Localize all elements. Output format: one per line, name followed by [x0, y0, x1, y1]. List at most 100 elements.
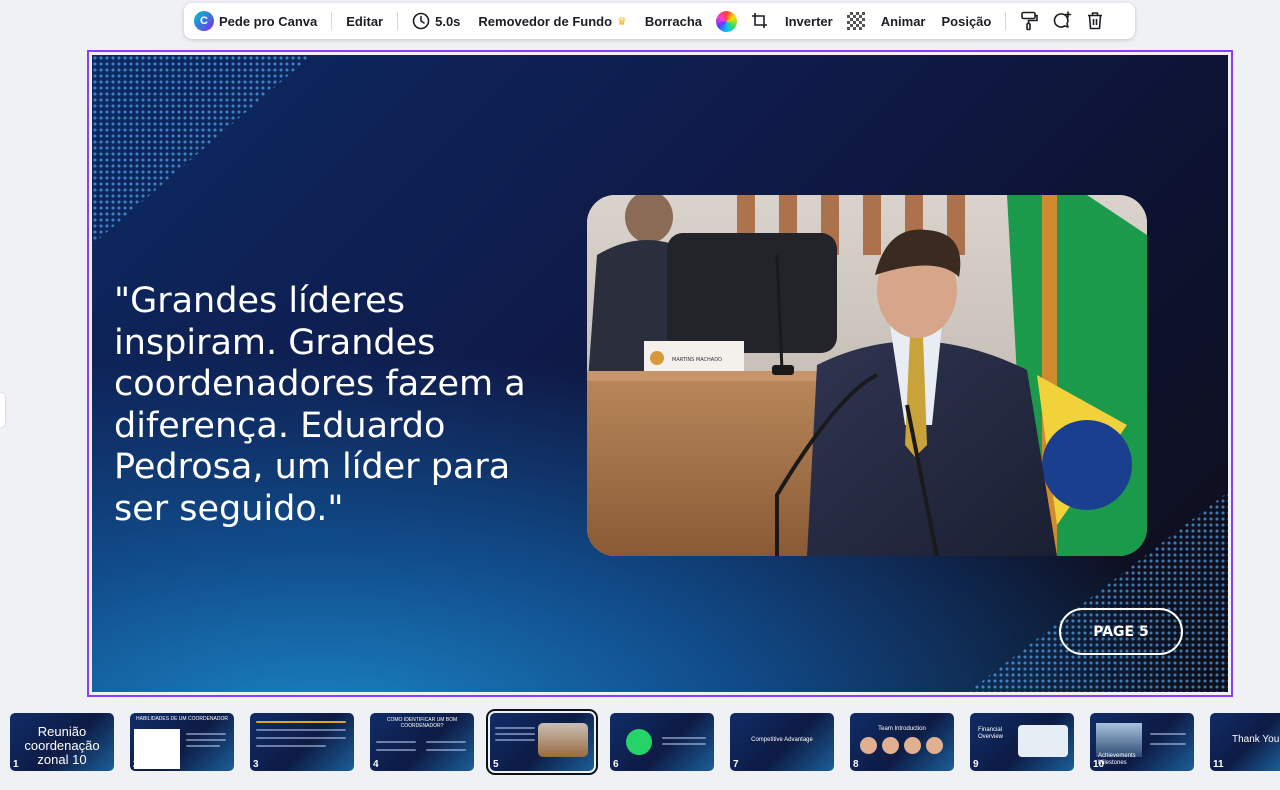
crown-icon: ♛	[617, 15, 627, 28]
thumb-text-line	[186, 733, 226, 735]
thumb-text-line	[662, 737, 706, 739]
thumb-text-line	[186, 745, 220, 747]
eraser-label: Borracha	[644, 13, 702, 29]
color-adjust-button[interactable]	[716, 10, 737, 32]
thumb-number: 8	[853, 759, 859, 770]
page-thumbnail[interactable]: 3	[250, 713, 354, 771]
page-thumbnail-current[interactable]: 5	[486, 709, 598, 775]
thumb-number: 3	[253, 759, 259, 770]
thumb-number: 10	[1093, 759, 1105, 770]
duration-button[interactable]: 5.0s	[412, 12, 460, 30]
thumb-avatar	[904, 737, 921, 754]
nameplate-text: MARTINS MACHADO	[672, 357, 722, 363]
slide-canvas[interactable]: "Grandes líderes inspiram. Grandes coord…	[92, 55, 1228, 692]
thumb-text-line	[186, 739, 226, 741]
thumb-title: Competitive Advantage	[751, 737, 813, 743]
thumb-number: 7	[733, 759, 739, 770]
speaker-photo[interactable]: MARTINS MACHADO	[587, 195, 1147, 556]
background-remover-label: Removedor de Fundo	[478, 13, 613, 29]
edit-label: Editar	[346, 13, 384, 29]
slide-selection-frame[interactable]: "Grandes líderes inspiram. Grandes coord…	[87, 50, 1233, 697]
duration-label: 5.0s	[435, 13, 461, 29]
toolbar-divider	[331, 12, 333, 30]
thumb-title: Thank You	[1232, 734, 1280, 745]
page-thumbnail[interactable]: Reunião coordenação zonal 10 1	[10, 713, 114, 771]
toolbar-divider	[1005, 12, 1007, 30]
page-thumbnail[interactable]: Thank You 11	[1210, 713, 1280, 771]
thumb-title: Financial Overview	[978, 727, 1004, 740]
thumb-title: Reunião coordenação zonal 10	[24, 724, 100, 767]
paint-roller-icon	[1021, 11, 1039, 31]
thumb-number: 11	[1213, 759, 1224, 770]
halftone-decoration	[92, 55, 312, 245]
thumb-title: Team Introduction	[878, 726, 926, 732]
eraser-button[interactable]: Borracha	[645, 14, 702, 29]
thumb-text-line	[495, 733, 535, 735]
transparency-icon	[846, 12, 865, 30]
thumb-text-line	[256, 737, 346, 739]
thumb-text-line	[495, 739, 535, 741]
page-thumbnail[interactable]: Competitive Advantage 7	[730, 713, 834, 771]
clock-icon	[412, 12, 430, 30]
thumb-number: 5	[493, 759, 499, 770]
thumb-text-line	[256, 729, 346, 731]
thumb-number: 1	[13, 759, 19, 770]
thumb-whatsapp-icon	[626, 729, 652, 755]
thumb-text-line	[1150, 733, 1186, 735]
thumb-text-line	[376, 741, 416, 743]
copy-style-button[interactable]	[1020, 11, 1039, 31]
thumb-title: COMO IDENTIFICAR UM BOM COORDENADOR?	[386, 717, 458, 729]
page-thumbnail[interactable]: COMO IDENTIFICAR UM BOM COORDENADOR? 4	[370, 713, 474, 771]
thumb-photo	[1018, 725, 1068, 757]
animate-button[interactable]: Animar	[881, 14, 926, 29]
quote-text[interactable]: "Grandes líderes inspiram. Grandes coord…	[114, 281, 564, 530]
page-thumbnail[interactable]: Achievements Milestones 10	[1090, 713, 1194, 771]
position-label: Posição	[941, 13, 992, 29]
background-remover-button[interactable]: Removedor de Fundo ♛	[478, 14, 627, 29]
thumb-text-line	[495, 727, 535, 729]
thumb-avatar	[882, 737, 899, 754]
canva-logo-icon: C	[194, 11, 214, 31]
thumb-number: 4	[373, 759, 379, 770]
thumb-text-line	[662, 743, 706, 745]
element-toolbar: C Pede pro Canva Editar 5.0s Removedor d…	[184, 3, 1135, 39]
thumb-text-line	[256, 721, 346, 723]
thumb-text-line	[1150, 743, 1186, 745]
thumb-text-line	[426, 741, 466, 743]
side-panel-handle[interactable]	[0, 393, 5, 427]
edit-button[interactable]: Editar	[346, 14, 383, 29]
thumb-number: 6	[613, 759, 619, 770]
delete-button[interactable]	[1086, 11, 1104, 31]
page-filmstrip: Reunião coordenação zonal 10 1 HABILIDAD…	[0, 708, 1280, 778]
thumb-text-line	[256, 745, 326, 747]
thumb-text-line	[426, 749, 466, 751]
flip-button[interactable]: Inverter	[785, 14, 833, 29]
color-wheel-icon	[716, 10, 737, 32]
page-thumbnail[interactable]: Financial Overview 9	[970, 713, 1074, 771]
crop-button[interactable]	[751, 12, 769, 30]
transparency-button[interactable]	[846, 12, 865, 30]
thumb-title: Achievements Milestones	[1098, 753, 1136, 766]
flip-label: Inverter	[785, 13, 833, 29]
animate-label: Animar	[880, 13, 926, 29]
page-number-badge[interactable]: PAGE 5	[1059, 608, 1183, 655]
page-thumbnail[interactable]: HABILIDADES DE UM COORDENADOR 2	[130, 713, 234, 771]
thumb-diagram	[134, 729, 180, 769]
page-thumbnail[interactable]: 6	[610, 713, 714, 771]
trash-icon	[1088, 12, 1103, 30]
thumb-number: 9	[973, 759, 979, 770]
add-comment-icon	[1054, 11, 1072, 28]
ask-canva-label: Pede pro Canva	[219, 13, 318, 29]
thumb-avatar	[926, 737, 943, 754]
thumb-title: HABILIDADES DE UM COORDENADOR	[136, 716, 228, 722]
page-thumbnail[interactable]: Team Introduction 8	[850, 713, 954, 771]
thumb-photo	[1096, 723, 1142, 757]
position-button[interactable]: Posição	[942, 14, 992, 29]
thumb-avatar	[860, 737, 877, 754]
comment-button[interactable]	[1052, 11, 1072, 31]
crop-icon	[752, 13, 767, 28]
thumb-text-line	[376, 749, 416, 751]
ask-canva-button[interactable]: C Pede pro Canva	[194, 11, 317, 31]
thumb-photo	[538, 723, 588, 757]
thumb-number: 2	[133, 759, 139, 770]
